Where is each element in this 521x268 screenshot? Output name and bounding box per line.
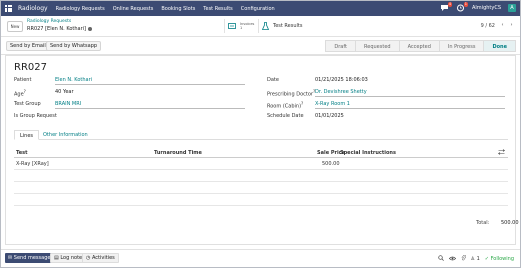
tab-lines[interactable]: Lines (14, 130, 40, 140)
pager-prev-icon[interactable]: ‹ (499, 21, 506, 29)
following-label: Following (490, 256, 514, 262)
table-row-empty (14, 170, 508, 182)
table-header: Test Turnaround Time Sale Price Special … (14, 149, 508, 158)
app-menu-icon[interactable] (5, 5, 12, 12)
invoices-smart-button[interactable]: Invoices 1 (224, 19, 254, 33)
gear-icon[interactable] (88, 26, 93, 31)
test-group-underline (55, 108, 245, 109)
date-label: Date (267, 77, 279, 83)
follower-count: 1 (476, 256, 480, 262)
send-by-email-button[interactable]: Send by Email (6, 41, 50, 51)
prescribing-doctor-label: Prescribing Doctor? (267, 89, 316, 98)
send-by-whatsapp-button[interactable]: Send by Whatsapp (46, 41, 102, 51)
breadcrumb-parent[interactable]: Radiology Requests (27, 19, 71, 24)
optional-columns-icon[interactable] (497, 149, 506, 157)
test-results-smart-button[interactable]: Test Results (258, 19, 303, 33)
note-icon: ▤ (54, 255, 59, 261)
invoices-count: 1 (240, 26, 243, 30)
stage-in-progress[interactable]: In Progress (438, 40, 485, 52)
activity-badge: 1 (463, 2, 468, 7)
record-reference: RR027 (14, 62, 47, 73)
menu-booking-slots[interactable]: Booking Slots (161, 6, 195, 12)
menu-test-results[interactable]: Test Results (203, 6, 233, 12)
chat-icon[interactable]: 4 (440, 2, 452, 12)
total-value: 500.00 (501, 220, 519, 226)
flask-icon (262, 22, 269, 30)
breadcrumb-current: RR027 [Elen N. Kothari] (27, 26, 93, 32)
stage-draft[interactable]: Draft (325, 40, 357, 52)
send-message-label: Send message (13, 255, 51, 261)
form-sheet: RR027 Patient Elen N. Kothari Age? 40 Ye… (5, 55, 519, 245)
table-row[interactable]: X-Ray [XRay] 500.00 (14, 158, 508, 170)
log-note-button[interactable]: ▤ Log note (50, 253, 87, 263)
search-icon[interactable] (437, 255, 444, 263)
pager-value[interactable]: 9 / 62 (481, 23, 495, 29)
chat-badge: 4 (447, 2, 452, 7)
stage-requested[interactable]: Requested (355, 40, 400, 52)
lines-table: Test Turnaround Time Sale Price Special … (14, 149, 508, 206)
company-switcher[interactable]: AlmightyCS (472, 5, 501, 11)
user-avatar[interactable]: A (508, 4, 516, 12)
room-field[interactable]: X-Ray Room 1 (315, 101, 350, 107)
app-window: Radiology Radiology Requests Online Requ… (1, 1, 520, 267)
test-results-label: Test Results (273, 23, 303, 29)
notebook-tabs: Lines Other Information (14, 130, 508, 140)
cell-sale-price: 500.00 (322, 161, 340, 167)
stage-accepted[interactable]: Accepted (398, 40, 440, 52)
pager-next-icon[interactable]: › (508, 21, 515, 29)
activity-clock-icon[interactable]: 1 (456, 2, 468, 12)
top-navbar: Radiology Radiology Requests Online Requ… (1, 1, 520, 16)
send-message-button[interactable]: ✉ Send message (5, 253, 54, 263)
menu-radiology-requests[interactable]: Radiology Requests (56, 6, 105, 12)
status-stages: Draft Requested Accepted In Progress Don… (325, 40, 516, 52)
age-label: Age? (14, 89, 26, 98)
stage-done[interactable]: Done (483, 40, 516, 52)
prescribing-doctor-field[interactable]: Dr. Devishree Shetty (315, 89, 367, 95)
form-statusbar: Send by Email Send by Whatsapp Draft Req… (1, 37, 520, 55)
test-group-field[interactable]: BRAIN MRI (55, 101, 81, 107)
navbar-systray: 4 1 AlmightyCS A (440, 2, 516, 12)
eye-icon[interactable] (448, 256, 456, 263)
is-group-request-label: Is Group Request (14, 113, 57, 119)
schedule-date-label: Schedule Date (267, 113, 304, 119)
tab-other-information[interactable]: Other Information (38, 130, 93, 140)
app-brand[interactable]: Radiology (18, 5, 48, 12)
cell-test: X-Ray [XRay] (16, 161, 49, 167)
activities-button[interactable]: ◷ Activities (82, 253, 119, 263)
record-title: RR027 [Elen N. Kothari] (27, 26, 87, 32)
activities-label: Activities (91, 255, 115, 261)
following-button[interactable]: ✓ Following (485, 256, 514, 262)
total-label: Total: (476, 220, 490, 226)
table-row-empty (14, 194, 508, 206)
patient-underline (55, 84, 245, 85)
col-test[interactable]: Test (16, 150, 28, 156)
chatter-right-actions: ♙ 1 ✓ Following (437, 254, 514, 263)
room-label: Room (Cabin)? (267, 101, 304, 110)
patient-field[interactable]: Elen N. Kothari (55, 77, 92, 83)
invoice-icon (228, 23, 236, 29)
envelope-icon: ✉ (8, 255, 13, 261)
patient-label: Patient (14, 77, 32, 83)
schedule-date-field[interactable]: 01/01/2025 (315, 113, 344, 119)
date-field[interactable]: 01/21/2025 18:06:03 (315, 77, 368, 83)
new-button[interactable]: New (7, 21, 23, 32)
chatter-bar: ✉ Send message ▤ Log note ◷ Activities ♙… (1, 249, 520, 267)
paperclip-icon[interactable] (461, 254, 466, 263)
table-row-empty (14, 182, 508, 194)
age-field[interactable]: 40 Year (55, 89, 74, 95)
check-icon: ✓ (484, 256, 489, 262)
room-underline (315, 108, 505, 109)
doctor-underline (315, 96, 505, 97)
followers-button[interactable]: ♙ 1 (471, 256, 480, 262)
user-icon: ♙ (470, 256, 475, 262)
col-turnaround-time[interactable]: Turnaround Time (154, 150, 202, 156)
col-special-instructions[interactable]: Special Instructions (340, 150, 396, 156)
control-panel: New Radiology Requests RR027 [Elen N. Ko… (1, 16, 520, 37)
clock-icon: ◷ (86, 255, 91, 261)
menu-configuration[interactable]: Configuration (241, 6, 275, 12)
log-note-label: Log note (60, 255, 83, 261)
test-group-label: Test Group (14, 101, 41, 107)
menu-online-requests[interactable]: Online Requests (113, 6, 154, 12)
